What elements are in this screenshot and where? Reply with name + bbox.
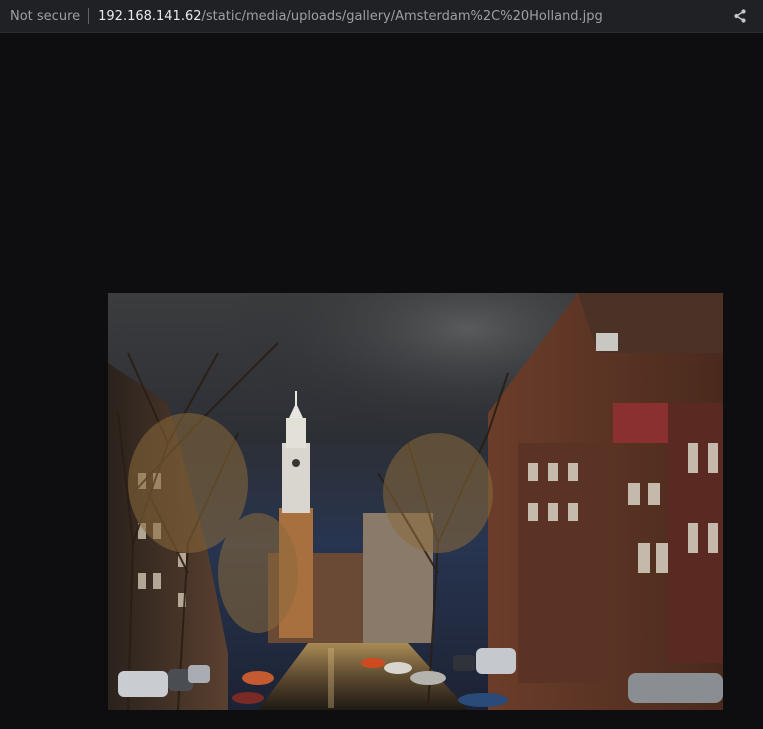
security-indicator[interactable]: Not secure bbox=[0, 0, 80, 32]
address-divider bbox=[88, 8, 90, 24]
address-bar[interactable]: Not secure 192.168.141.62/static/media/u… bbox=[0, 0, 763, 33]
amsterdam-canal-photo[interactable] bbox=[108, 293, 723, 710]
url-host: 192.168.141.62 bbox=[98, 8, 202, 24]
share-button[interactable] bbox=[725, 0, 755, 33]
image-viewer bbox=[0, 33, 763, 729]
share-icon bbox=[734, 9, 746, 23]
url-path: /static/media/uploads/gallery/Amsterdam%… bbox=[201, 8, 603, 24]
url-field[interactable]: 192.168.141.62/static/media/uploads/gall… bbox=[98, 9, 725, 24]
security-label[interactable]: Not secure bbox=[10, 9, 80, 24]
